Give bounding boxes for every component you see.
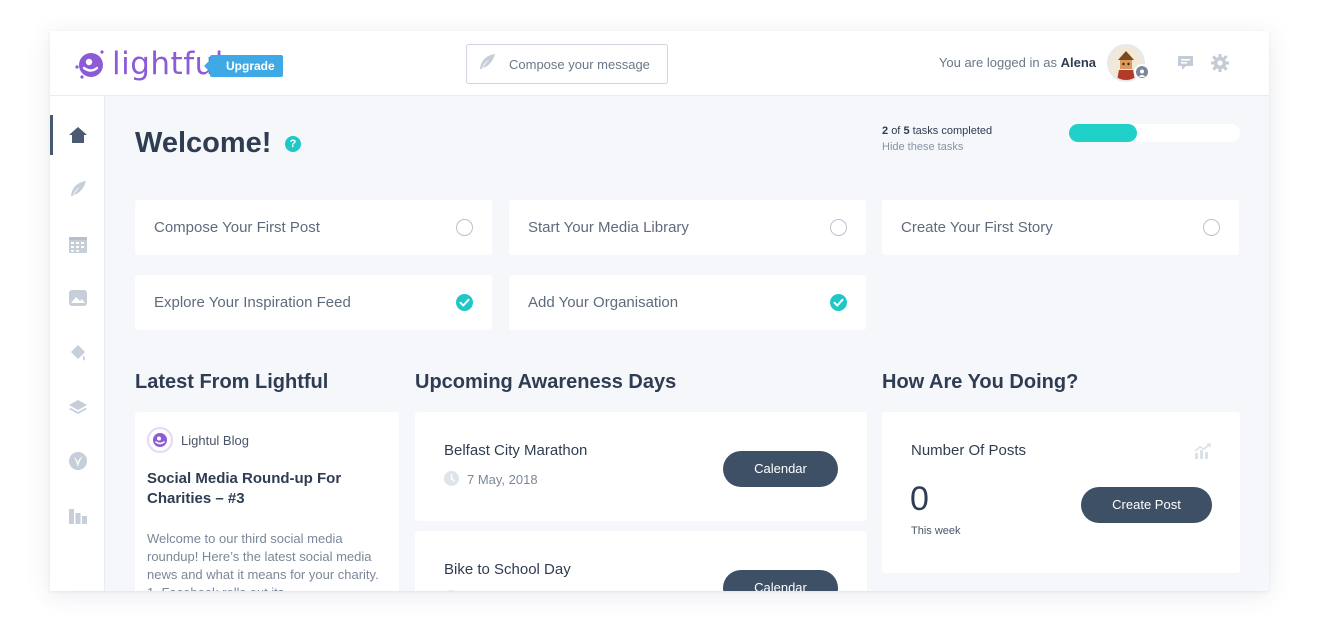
- unchecked-circle-icon[interactable]: [456, 219, 473, 236]
- sidebar-item-analytics[interactable]: [50, 496, 105, 536]
- calendar-button[interactable]: Calendar: [723, 570, 838, 591]
- logo-mark-icon: [72, 47, 106, 81]
- compose-placeholder: Compose your message: [509, 56, 650, 72]
- user-name: Alena: [1060, 55, 1096, 70]
- paint-bucket-icon: [70, 345, 85, 361]
- clock-icon: [444, 471, 459, 486]
- event-name: Belfast City Marathon: [444, 442, 588, 459]
- event-name: Bike to School Day: [444, 561, 571, 578]
- lightful-logo[interactable]: lightful: [72, 45, 224, 83]
- stat-period: This week: [911, 525, 961, 537]
- tasks-total-count: 5: [903, 125, 910, 137]
- checkmark-circle-icon[interactable]: [830, 294, 847, 311]
- event-date: 7 May, 2018: [467, 472, 538, 487]
- task-label: Start Your Media Library: [528, 219, 689, 236]
- tasks-progress-bar: [1069, 124, 1240, 142]
- home-icon: [68, 127, 87, 143]
- tasks-completed-count: 2: [882, 125, 889, 137]
- posts-stats-card: Number Of Posts 0 This week Create Post: [882, 412, 1240, 573]
- help-icon[interactable]: ?: [285, 136, 301, 152]
- posts-count: 0: [910, 480, 929, 518]
- lightful-blog-icon: [147, 427, 173, 453]
- blog-post-title[interactable]: Social Media Round-up For Charities – #3: [147, 469, 377, 509]
- sidebar-nav: [50, 96, 105, 591]
- upgrade-button[interactable]: Upgrade: [204, 55, 283, 77]
- task-add-organisation[interactable]: Add Your Organisation: [509, 275, 866, 330]
- checkmark-circle-icon[interactable]: [456, 294, 473, 311]
- task-start-media-library[interactable]: Start Your Media Library: [509, 200, 866, 255]
- login-status: You are logged in as Alena: [939, 55, 1096, 70]
- page-title: Welcome!: [135, 127, 272, 159]
- feather-icon: [477, 52, 497, 77]
- user-badge-icon: [1134, 64, 1150, 80]
- task-label: Explore Your Inspiration Feed: [154, 294, 351, 311]
- tasks-completed-label: tasks completed: [912, 125, 993, 137]
- sidebar-item-compose[interactable]: [50, 169, 105, 209]
- leaf-icon: [68, 452, 87, 470]
- tasks-progress-text: 2 of 5 tasks completed: [882, 125, 992, 137]
- section-title-doing: How Are You Doing?: [882, 371, 1079, 393]
- stat-title: Number Of Posts: [911, 442, 1027, 459]
- blog-card[interactable]: Lightul Blog Social Media Round-up For C…: [135, 412, 399, 591]
- sidebar-item-calendar[interactable]: [50, 224, 105, 264]
- awareness-day-card: Bike to School Day Calendar: [415, 531, 867, 591]
- messages-icon[interactable]: [1176, 53, 1196, 73]
- section-title-awareness: Upcoming Awareness Days: [415, 371, 677, 393]
- blog-post-excerpt: Welcome to our third social media roundu…: [147, 531, 379, 591]
- unchecked-circle-icon[interactable]: [1203, 219, 1220, 236]
- unchecked-circle-icon[interactable]: [830, 219, 847, 236]
- sidebar-item-inspiration[interactable]: [50, 441, 105, 481]
- login-prefix: You are logged in as: [938, 55, 1057, 70]
- top-header: lightful Upgrade Compose your message Yo…: [50, 31, 1269, 96]
- sidebar-item-paint[interactable]: [50, 333, 105, 373]
- calendar-icon: [68, 237, 87, 253]
- app-window: lightful Upgrade Compose your message Yo…: [50, 31, 1269, 591]
- sidebar-item-layers[interactable]: [50, 387, 105, 427]
- layers-icon: [68, 400, 87, 414]
- analytics-bars-icon: [68, 509, 87, 524]
- of-word: of: [891, 125, 901, 137]
- sidebar-item-home[interactable]: [50, 115, 105, 155]
- task-compose-first-post[interactable]: Compose Your First Post: [135, 200, 492, 255]
- compose-message-button[interactable]: Compose your message: [466, 44, 668, 84]
- tasks-progress-fill: [1069, 124, 1137, 142]
- hide-tasks-link[interactable]: Hide these tasks: [882, 141, 963, 153]
- task-create-first-story[interactable]: Create Your First Story: [882, 200, 1239, 255]
- task-label: Compose Your First Post: [154, 219, 320, 236]
- sidebar-item-media[interactable]: [50, 278, 105, 318]
- clock-icon: [444, 590, 459, 591]
- calendar-button[interactable]: Calendar: [723, 451, 838, 487]
- create-post-button[interactable]: Create Post: [1081, 487, 1212, 523]
- blog-source: Lightul Blog: [181, 433, 249, 448]
- task-label: Add Your Organisation: [528, 294, 679, 311]
- settings-gear-icon[interactable]: [1210, 53, 1230, 73]
- trend-chart-icon[interactable]: [1194, 442, 1212, 465]
- media-library-icon: [68, 290, 87, 306]
- section-title-latest: Latest From Lightful: [135, 371, 329, 393]
- task-explore-inspiration-feed[interactable]: Explore Your Inspiration Feed: [135, 275, 492, 330]
- awareness-day-card: Belfast City Marathon 7 May, 2018 Calend…: [415, 412, 867, 521]
- task-label: Create Your First Story: [901, 219, 1053, 236]
- feather-icon: [70, 181, 86, 196]
